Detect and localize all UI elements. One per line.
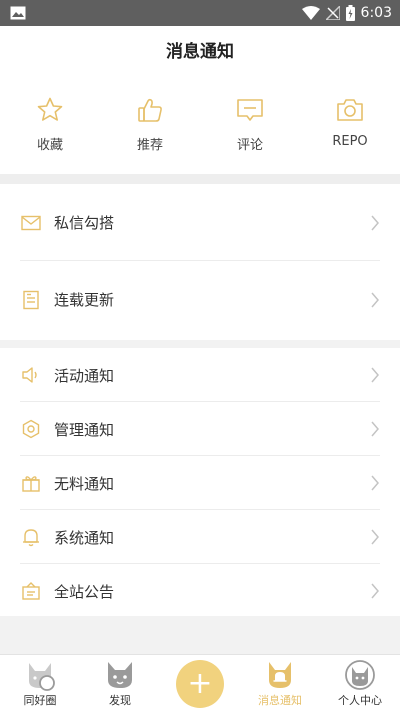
quick-action-label: 推荐 [136, 138, 163, 153]
quick-action-recommend[interactable]: 推荐 [100, 78, 200, 174]
list-item-system[interactable]: 系统通知 [0, 510, 400, 564]
quick-action-label: 评论 [236, 138, 263, 153]
list-item-announcements[interactable]: 全站公告 [0, 564, 400, 618]
hexagon-icon [20, 418, 42, 440]
tab-create: + [160, 655, 240, 710]
quick-action-label: REPO [332, 134, 368, 149]
list-item-label: 管理通知 [54, 420, 115, 439]
message-list: 私信勾搭 连载更新 [0, 184, 400, 340]
notification-list: 活动通知 管理通知 无料通知 系统通知 全站公告 [0, 348, 400, 616]
comment-icon [234, 94, 266, 126]
chevron-right-icon [370, 475, 380, 495]
chevron-right-icon [370, 215, 380, 235]
bottom-tab-bar: 同好圈 发现 + 消息通知 个人中心 [0, 654, 400, 710]
document-icon [20, 289, 42, 311]
list-item-activity[interactable]: 活动通知 [0, 348, 400, 402]
bell-icon [20, 526, 42, 548]
quick-action-label: 收藏 [36, 138, 63, 153]
battery-icon [345, 5, 355, 21]
quick-action-repo[interactable]: REPO [300, 78, 400, 174]
no-signal-icon [325, 6, 340, 20]
list-item-freebies[interactable]: 无料通知 [0, 456, 400, 510]
list-item-label: 无料通知 [54, 474, 115, 493]
tab-label: 消息通知 [258, 694, 302, 707]
mail-icon [20, 212, 42, 234]
create-post-button[interactable]: + [176, 660, 224, 708]
tab-circle[interactable]: 同好圈 [0, 655, 80, 710]
clock: 6:03 [360, 5, 392, 21]
list-item-admin[interactable]: 管理通知 [0, 402, 400, 456]
tab-label: 发现 [109, 694, 131, 707]
chevron-right-icon [370, 292, 380, 312]
list-item-label: 连载更新 [54, 291, 115, 309]
quick-actions: 收藏 推荐 评论 REPO [0, 78, 400, 174]
plus-icon: + [187, 666, 213, 701]
chevron-right-icon [370, 421, 380, 441]
chevron-right-icon [370, 529, 380, 549]
tab-label: 个人中心 [338, 694, 382, 707]
chevron-right-icon [370, 583, 380, 603]
page-title: 消息通知 [0, 26, 400, 78]
status-bar: 6:03 [0, 0, 400, 26]
tab-label: 同好圈 [23, 694, 57, 707]
cat-circle-icon [22, 659, 58, 691]
gift-icon [20, 472, 42, 494]
chevron-right-icon [370, 367, 380, 387]
cat-bell-icon [262, 659, 298, 691]
list-item-label: 私信勾搭 [54, 214, 115, 232]
quick-action-favorites[interactable]: 收藏 [0, 78, 100, 174]
tab-profile[interactable]: 个人中心 [320, 655, 400, 710]
section-divider [0, 174, 400, 184]
tab-discover[interactable]: 发现 [80, 655, 160, 710]
image-icon [10, 6, 26, 20]
speaker-icon [20, 364, 42, 386]
cat-discover-icon [102, 659, 138, 691]
list-item-label: 系统通知 [54, 528, 115, 547]
list-item-label: 活动通知 [54, 366, 115, 385]
quick-action-comments[interactable]: 评论 [200, 78, 300, 174]
cat-profile-icon [342, 659, 378, 691]
star-icon [34, 94, 66, 126]
list-item-private-messages[interactable]: 私信勾搭 [0, 184, 400, 261]
notice-board-icon [20, 580, 42, 602]
list-item-label: 全站公告 [54, 582, 115, 601]
tab-notifications[interactable]: 消息通知 [240, 655, 320, 710]
wifi-icon [301, 6, 320, 20]
thumbs-up-icon [134, 94, 166, 126]
list-item-serial-updates[interactable]: 连载更新 [0, 261, 400, 338]
camera-icon [334, 94, 366, 126]
